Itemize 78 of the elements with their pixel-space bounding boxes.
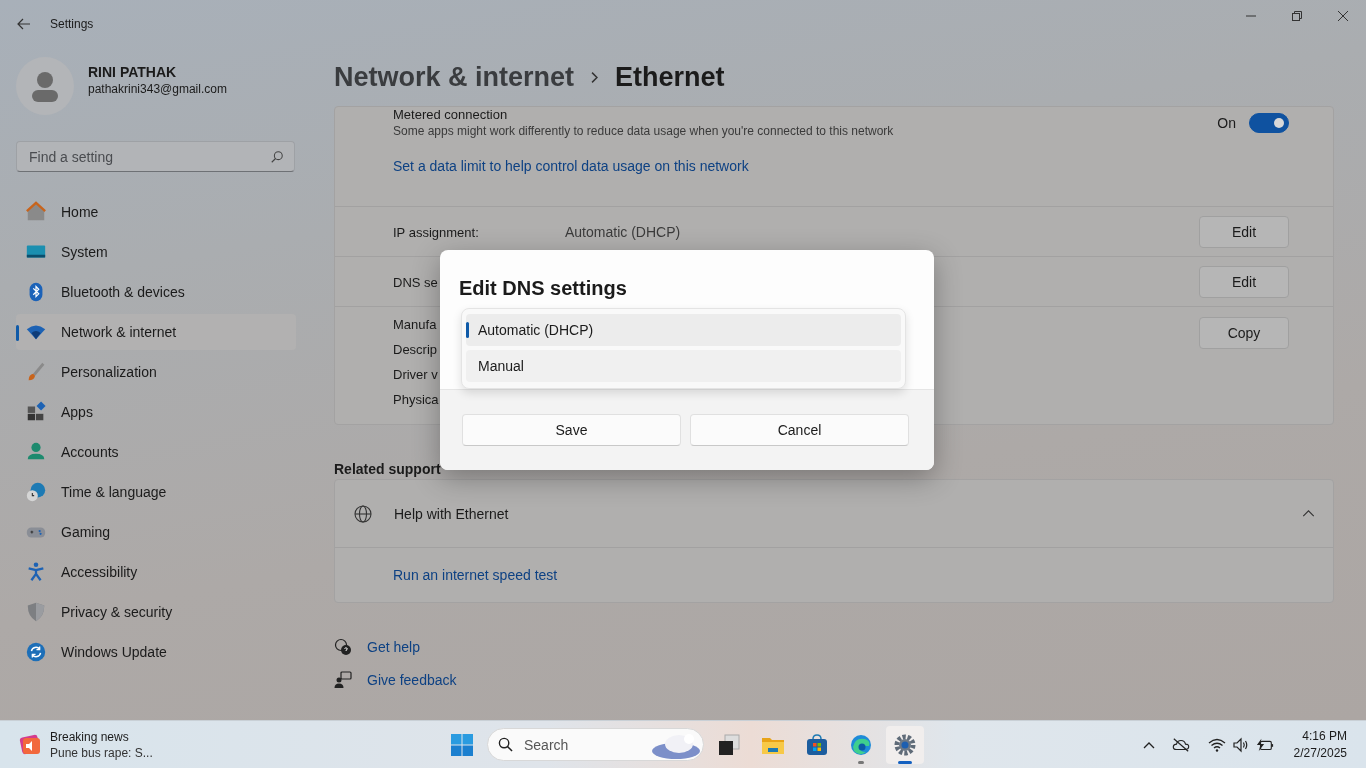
section-heading: Related support bbox=[334, 461, 442, 479]
globe-clock-icon bbox=[25, 481, 47, 503]
nav-item[interactable]: Accounts bbox=[16, 434, 296, 470]
taskbar-app[interactable] bbox=[886, 725, 924, 764]
search-icon bbox=[270, 149, 284, 164]
edit-button[interactable]: Edit bbox=[1199, 265, 1289, 298]
toggle-state: On bbox=[1217, 114, 1236, 131]
dropdown-option[interactable]: Manual bbox=[466, 350, 901, 382]
globe-search-icon bbox=[353, 503, 373, 524]
window-title: Settings bbox=[50, 17, 94, 31]
copy-button[interactable]: Copy bbox=[1199, 317, 1289, 349]
start-icon[interactable] bbox=[450, 732, 474, 757]
restore-icon[interactable] bbox=[1292, 11, 1302, 21]
clock[interactable]: 4:16 PM 2/27/2025 bbox=[1293, 729, 1347, 760]
save-button[interactable]: Save bbox=[462, 414, 681, 446]
property-label: Manufa bbox=[393, 317, 438, 334]
nav-item[interactable]: Gaming bbox=[16, 514, 296, 550]
search-icon bbox=[498, 737, 513, 752]
speaker-icon[interactable] bbox=[1231, 736, 1250, 753]
toggle-switch[interactable] bbox=[1249, 112, 1289, 133]
footer-link[interactable]: Get help bbox=[367, 639, 420, 655]
nav-item[interactable]: Privacy & security bbox=[16, 594, 296, 630]
help-bubble-icon bbox=[334, 638, 352, 656]
shield-icon bbox=[25, 601, 47, 623]
dropdown-option[interactable]: Automatic (DHCP) bbox=[466, 314, 901, 346]
cloud-off-icon[interactable] bbox=[1171, 736, 1190, 753]
taskbar-search-field[interactable]: Search bbox=[487, 728, 704, 761]
news-widget-icon[interactable] bbox=[18, 732, 42, 757]
nav-item[interactable]: Bluetooth & devices bbox=[16, 274, 296, 310]
settings-search-input[interactable]: Find a setting bbox=[27, 147, 270, 166]
nav-item[interactable]: Apps bbox=[16, 394, 296, 430]
nav-item[interactable]: Personalization bbox=[16, 354, 296, 390]
clock-time: 4:16 PM bbox=[1302, 729, 1347, 743]
nav-item[interactable]: Windows Update bbox=[16, 634, 296, 670]
news-title[interactable]: Breaking news bbox=[50, 729, 153, 744]
stacked-windows-icon bbox=[717, 732, 741, 757]
user-name: RINI PATHAK bbox=[88, 64, 178, 80]
avatar-icon bbox=[16, 57, 74, 115]
apps-grid-icon bbox=[25, 401, 47, 423]
property-label: Driver v bbox=[393, 367, 439, 384]
user-email: pathakrini343@gmail.com bbox=[88, 82, 227, 96]
nav-item[interactable]: Time & language bbox=[16, 474, 296, 510]
nav-item[interactable]: Network & internet bbox=[16, 314, 296, 350]
expander-header[interactable]: Help with Ethernet bbox=[335, 480, 1333, 547]
browser-swirl-icon bbox=[849, 732, 873, 757]
nav-item[interactable]: System bbox=[16, 234, 296, 270]
dialog-title: Edit DNS settings bbox=[459, 277, 627, 300]
footer-link[interactable]: Give feedback bbox=[367, 672, 457, 688]
nav-item[interactable]: Accessibility bbox=[16, 554, 296, 590]
edit-button[interactable]: Edit bbox=[1199, 215, 1289, 248]
clock-date: 2/27/2025 bbox=[1293, 746, 1347, 760]
cancel-button[interactable]: Cancel bbox=[690, 414, 909, 446]
shopping-bag-icon bbox=[805, 732, 829, 757]
property-label: Physica bbox=[393, 392, 439, 409]
setting-description: Some apps might work differently to reduce data usage when you're connected to this network bbox=[393, 124, 895, 138]
breadcrumb-link[interactable]: Network & internet bbox=[334, 61, 575, 93]
settings-search-field[interactable]: Find a setting bbox=[16, 141, 295, 172]
property-value: Automatic (DHCP) bbox=[565, 223, 681, 240]
data-limit-link[interactable]: Set a data limit to help control data usage on this network bbox=[393, 158, 1289, 174]
property-label: Descrip bbox=[393, 342, 439, 359]
close-icon[interactable] bbox=[1338, 11, 1348, 21]
back-arrow-icon[interactable] bbox=[16, 16, 32, 32]
feedback-person-icon bbox=[334, 671, 352, 689]
chevron-right-icon bbox=[590, 70, 600, 84]
page-title: Ethernet bbox=[615, 61, 725, 93]
nav-item[interactable]: Home bbox=[16, 194, 296, 230]
news-headline[interactable]: Pune bus rape: S... bbox=[50, 745, 153, 760]
property-label: DNS se bbox=[393, 274, 438, 290]
house-icon bbox=[25, 201, 47, 223]
property-label: IP assignment: bbox=[393, 224, 479, 240]
speed-test-link[interactable]: Run an internet speed test bbox=[393, 567, 558, 583]
taskbar-search-input[interactable]: Search bbox=[522, 735, 636, 754]
setting-title: Metered connection bbox=[393, 107, 509, 122]
sync-icon bbox=[25, 641, 47, 663]
wifi-icon[interactable] bbox=[1207, 736, 1226, 753]
chevron-icon bbox=[1302, 510, 1315, 517]
expander-title: Help with Ethernet bbox=[394, 505, 509, 522]
gear-icon bbox=[893, 732, 917, 757]
